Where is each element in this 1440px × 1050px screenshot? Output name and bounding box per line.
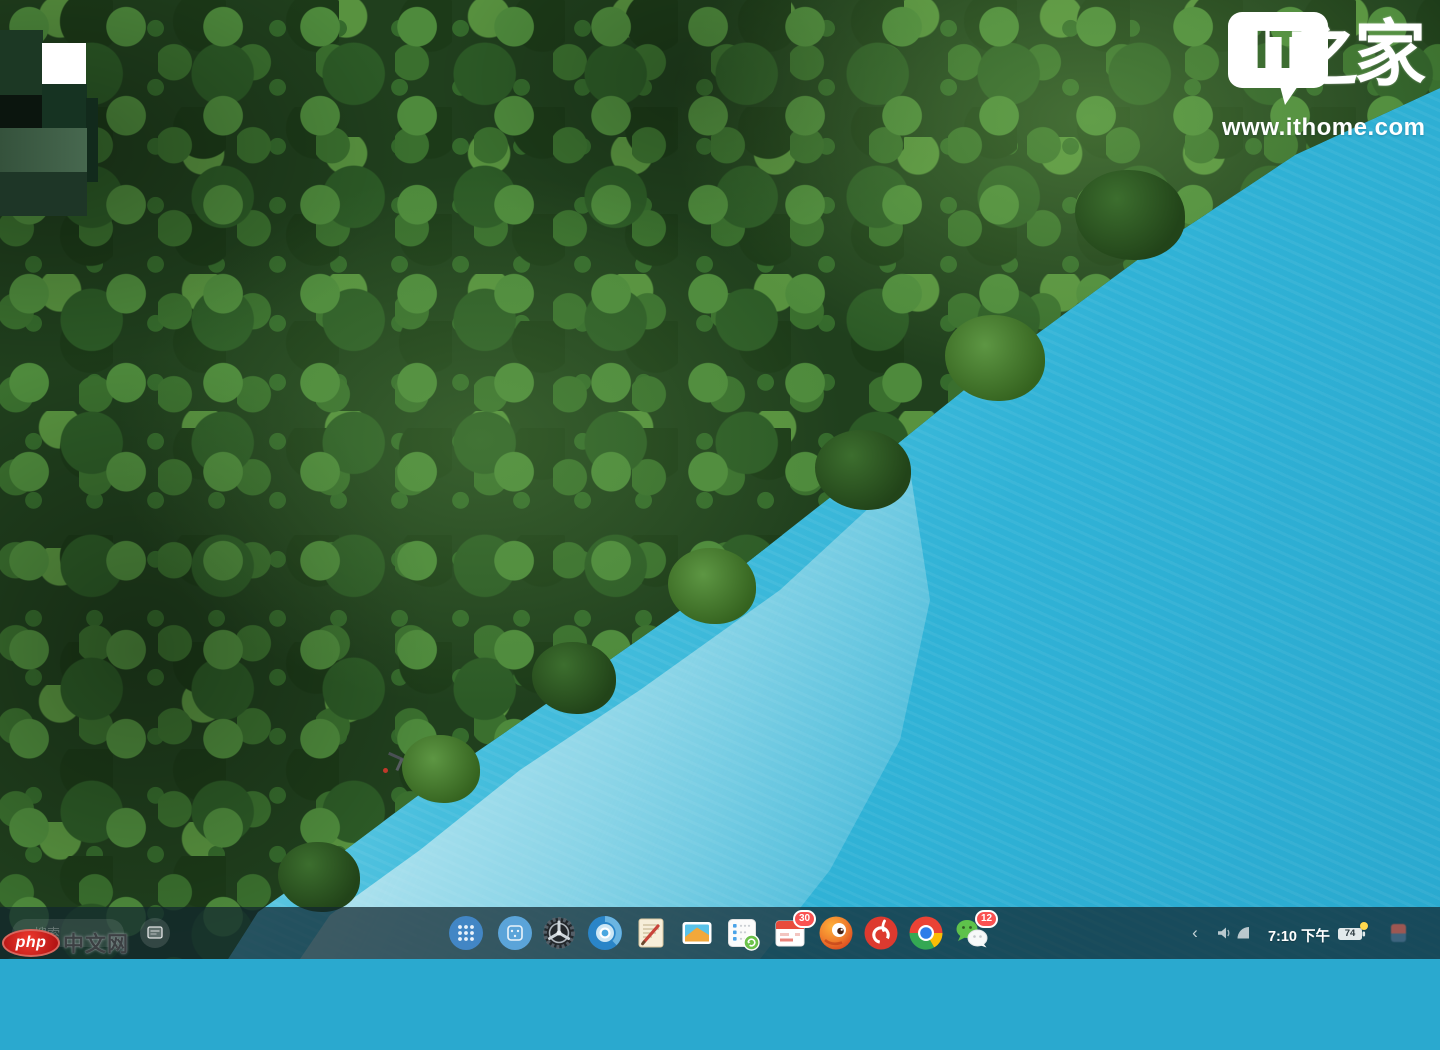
weibo-icon [817, 914, 855, 952]
launcher-grid-icon [447, 914, 485, 952]
dock-app-netease-music[interactable] [862, 914, 900, 952]
mosaic-block [42, 84, 87, 129]
tray-app-icon[interactable] [1391, 924, 1406, 942]
dock-app-app-grid[interactable] [496, 914, 534, 952]
pier-buoy [383, 768, 388, 773]
taskbar: 30 [0, 907, 1440, 959]
checklist-icon [723, 914, 761, 952]
php-watermark: php 中文网 [2, 928, 129, 958]
mosaic-block [0, 30, 43, 96]
dock-app-media-player[interactable] [540, 914, 578, 952]
dock-app-notes[interactable] [632, 914, 670, 952]
canopy-blob [532, 642, 616, 714]
ithome-logo-cn: 之家 [1286, 10, 1422, 100]
update-badge-icon [744, 935, 759, 950]
ithome-watermark: IT 之家 www.ithome.com [1222, 6, 1422, 142]
task-view-icon [146, 925, 164, 941]
network-icon[interactable] [1236, 926, 1251, 940]
canopy-blob [815, 430, 911, 510]
mosaic-block [86, 98, 98, 182]
php-logo-icon: php [2, 929, 60, 957]
canopy-blob [668, 548, 756, 624]
mosaic-block [0, 172, 87, 216]
mosaic-block [0, 128, 87, 173]
browser-swirl-icon [586, 914, 624, 952]
mosaic-block-white [42, 43, 86, 84]
canopy-blob [278, 842, 360, 912]
dock-app-checklist[interactable] [723, 914, 761, 952]
mosaic-block [0, 95, 43, 129]
wechat-notification-badge: 12 [975, 910, 998, 928]
volume-icon[interactable] [1216, 926, 1232, 940]
battery-percent: 74 [1338, 928, 1362, 940]
dock-app-calendar[interactable]: 30 [771, 914, 809, 952]
calendar-notification-badge: 30 [793, 910, 816, 928]
dock-app-launcher[interactable] [447, 914, 485, 952]
php-logo-text: php [16, 934, 47, 952]
dock-app-weibo[interactable] [817, 914, 855, 952]
film-reel-icon [540, 914, 578, 952]
chrome-icon [907, 914, 945, 952]
ithome-logo: IT 之家 [1222, 6, 1422, 106]
dock-app-photos[interactable] [678, 914, 716, 952]
dock-app-chrome[interactable] [907, 914, 945, 952]
php-watermark-cn: 中文网 [63, 928, 129, 958]
task-view-button[interactable] [140, 918, 170, 948]
battery-indicator[interactable]: 74 [1337, 926, 1367, 942]
dock-app-browser[interactable] [586, 914, 624, 952]
canopy-blob [402, 735, 480, 803]
netease-music-icon [862, 914, 900, 952]
photos-icon [678, 914, 716, 952]
tray-collapse-chevron[interactable]: ‹ [1188, 923, 1202, 943]
app-grid-icon [496, 914, 534, 952]
tray-clock[interactable]: 7:10 下午 [1264, 925, 1334, 946]
desktop-wallpaper [0, 0, 1440, 959]
ithome-url: www.ithome.com [1222, 114, 1422, 142]
dock-app-wechat[interactable]: 12 [953, 914, 991, 952]
charging-dot-icon [1360, 922, 1368, 930]
notes-icon [632, 914, 670, 952]
